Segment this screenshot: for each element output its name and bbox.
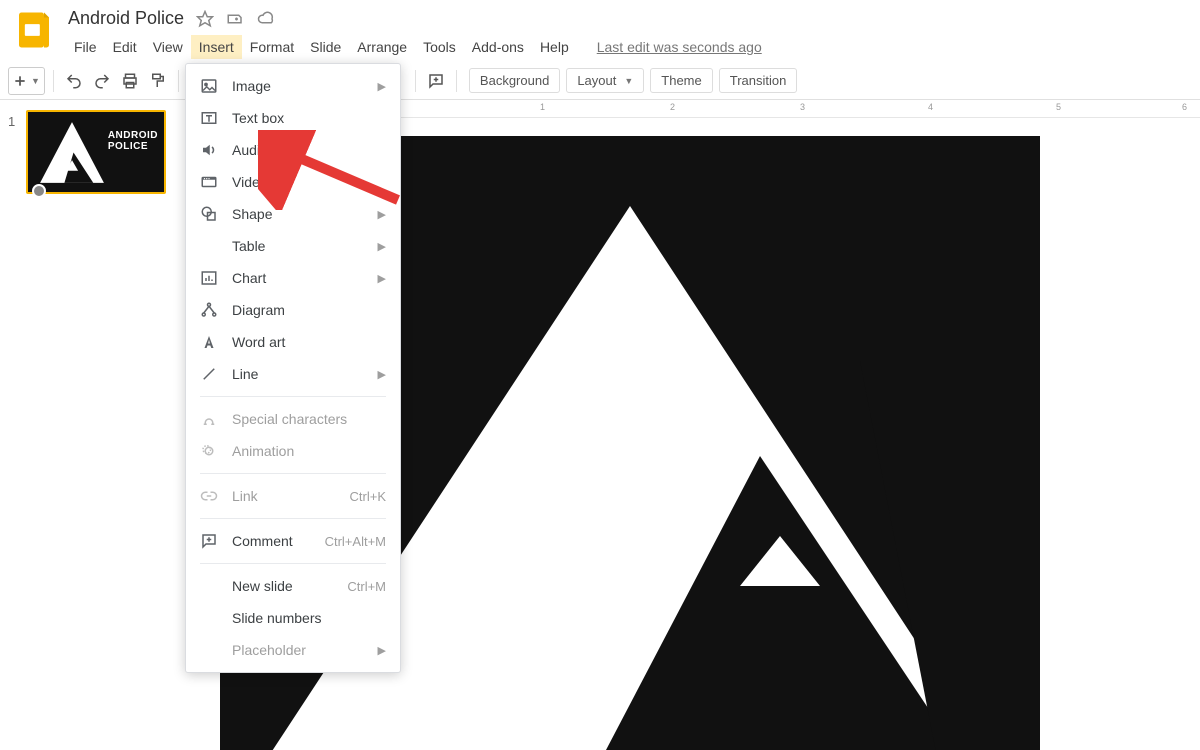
menu-edit[interactable]: Edit [105,35,145,59]
menu-item-link: Link Ctrl+K [186,480,400,512]
menu-help[interactable]: Help [532,35,577,59]
menu-insert[interactable]: Insert [191,35,242,59]
background-button[interactable]: Background [469,68,560,93]
special-char-icon [200,410,218,428]
menu-view[interactable]: View [145,35,191,59]
menu-item-new-slide[interactable]: New slide Ctrl+M [186,570,400,602]
collaborator-avatar [32,184,46,198]
last-edit-link[interactable]: Last edit was seconds ago [597,39,762,55]
line-icon [200,365,218,383]
animation-icon [200,442,218,460]
menu-item-shape[interactable]: Shape ▶ [186,198,400,230]
menu-item-image[interactable]: Image ▶ [186,70,400,102]
titlebar: Android Police File Edit View Insert For… [0,0,1200,62]
paint-format-button[interactable] [144,67,172,95]
audio-icon [200,141,218,159]
menu-item-text-box[interactable]: Text box [186,102,400,134]
shape-icon [200,205,218,223]
menu-item-word-art[interactable]: Word art [186,326,400,358]
layout-button[interactable]: Layout▼ [566,68,644,93]
thumb-title-2: POLICE [108,141,158,152]
theme-button[interactable]: Theme [650,68,712,93]
undo-button[interactable] [60,67,88,95]
diagram-icon [200,301,218,319]
redo-button[interactable] [88,67,116,95]
menu-item-video[interactable]: Video [186,166,400,198]
transition-button[interactable]: Transition [719,68,798,93]
menu-item-chart[interactable]: Chart ▶ [186,262,400,294]
submenu-arrow-icon: ▶ [378,80,386,93]
menu-arrange[interactable]: Arrange [349,35,415,59]
star-icon[interactable] [196,10,214,28]
textbox-icon [200,109,218,127]
table-icon [200,237,218,255]
submenu-arrow-icon: ▶ [378,208,386,221]
wordart-icon [200,333,218,351]
menu-item-placeholder: Placeholder ▶ [186,634,400,666]
submenu-arrow-icon: ▶ [378,240,386,253]
menu-item-diagram[interactable]: Diagram [186,294,400,326]
move-icon[interactable] [226,10,244,28]
menu-item-animation: Animation [186,435,400,467]
submenu-arrow-icon: ▶ [378,644,386,657]
new-slide-button[interactable]: ▼ [8,67,45,95]
toolbar: ▼ Background Layout▼ Theme Transition [0,62,1200,100]
slides-app-icon [14,10,54,50]
menu-item-audio[interactable]: Audio [186,134,400,166]
menu-item-comment[interactable]: Comment Ctrl+Alt+M [186,525,400,557]
chart-icon [200,269,218,287]
menu-item-slide-numbers[interactable]: Slide numbers [186,602,400,634]
video-icon [200,173,218,191]
submenu-arrow-icon: ▶ [378,272,386,285]
workspace: 1 ANDROID POLICE 1 1 2 3 4 5 6 [0,100,1200,750]
insert-menu-dropdown: Image ▶ Text box Audio Video Shape ▶ Tab… [185,63,401,673]
thumb-title-1: ANDROID [108,130,158,141]
menu-format[interactable]: Format [242,35,302,59]
image-icon [200,77,218,95]
menu-file[interactable]: File [66,35,105,59]
comment-icon [200,532,218,550]
menu-slide[interactable]: Slide [302,35,349,59]
print-button[interactable] [116,67,144,95]
menu-item-line[interactable]: Line ▶ [186,358,400,390]
slide-thumbnail[interactable]: ANDROID POLICE [26,110,166,194]
menu-bar: File Edit View Insert Format Slide Arran… [64,35,1192,59]
cloud-saved-icon[interactable] [256,10,276,28]
slide-number: 1 [8,114,15,129]
document-title[interactable]: Android Police [68,8,184,29]
link-icon [200,487,218,505]
submenu-arrow-icon: ▶ [378,368,386,381]
menu-item-table[interactable]: Table ▶ [186,230,400,262]
menu-tools[interactable]: Tools [415,35,464,59]
comment-icon-button[interactable] [422,67,450,95]
menu-item-special-characters: Special characters [186,403,400,435]
menu-addons[interactable]: Add-ons [464,35,532,59]
